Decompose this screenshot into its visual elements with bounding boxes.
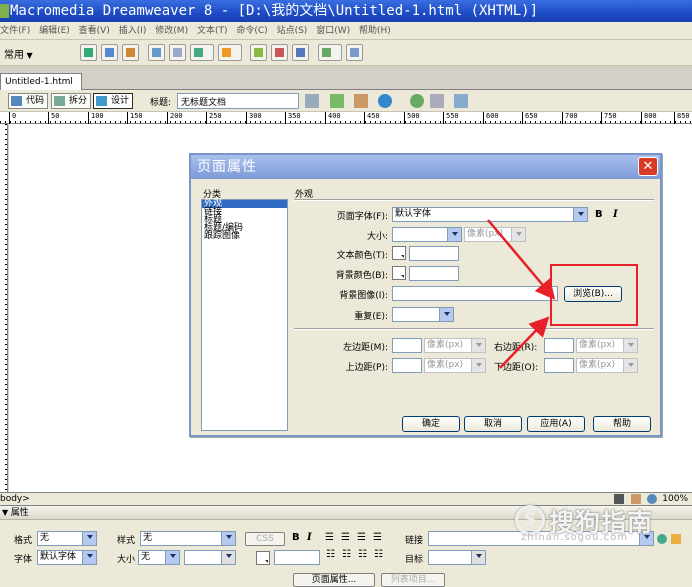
sogou-logo-icon: S [515, 505, 545, 535]
watermark: S 搜狗指南 zhinan.sogou.com [513, 503, 673, 551]
annotation-arrow-bottom [499, 316, 550, 369]
watermark-url: zhinan.sogou.com [521, 532, 629, 543]
highlight-box [550, 264, 638, 326]
